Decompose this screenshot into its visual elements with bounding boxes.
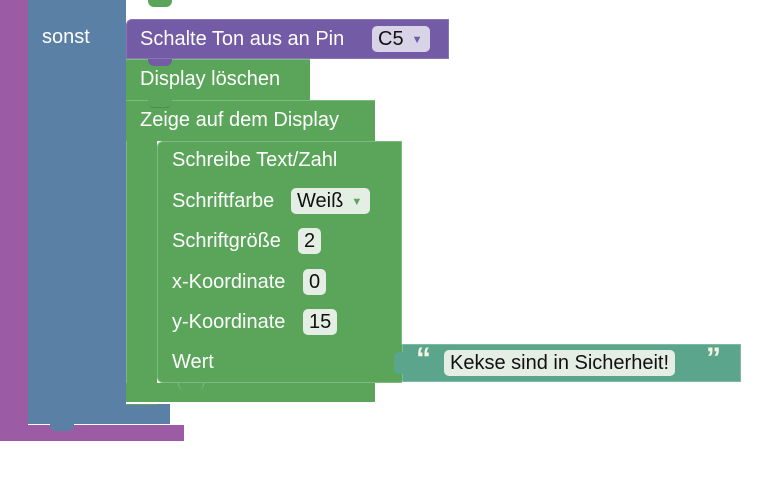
connector-notch (50, 424, 74, 431)
x-coordinate-input[interactable]: 0 (303, 269, 327, 295)
font-color-label: Schriftfarbe (172, 190, 275, 212)
else-label: sonst (42, 26, 90, 48)
outer-block[interactable] (0, 0, 28, 441)
show-display-block-bottom[interactable] (126, 383, 375, 404)
if-else-block-bottom[interactable] (28, 404, 170, 424)
font-color-value: Weiß (297, 190, 344, 212)
write-text-title: Schreibe Text/Zahl (172, 149, 338, 171)
connector-notch (178, 383, 204, 390)
input-tab (394, 352, 404, 374)
font-size-input[interactable]: 2 (298, 228, 322, 254)
connector-notch (148, 59, 172, 66)
connector-notch (148, 100, 172, 108)
show-display-label: Zeige auf dem Display (140, 109, 339, 131)
text-value-input[interactable]: Kekse sind in Sicherheit! (444, 350, 676, 376)
connector-notch (148, 0, 172, 7)
value-label: Wert (172, 351, 214, 373)
open-quote: “ (416, 342, 431, 375)
font-size-label: Schriftgröße (172, 230, 281, 252)
tone-off-label: Schalte Ton aus an Pin (140, 28, 345, 50)
x-coordinate-label: x-Koordinate (172, 271, 286, 293)
close-quote: ” (706, 342, 721, 375)
y-coordinate-input[interactable]: 15 (303, 309, 338, 335)
chevron-down-icon: ▼ (351, 196, 363, 208)
clear-display-label: Display löschen (140, 68, 281, 90)
pin-dropdown[interactable]: C5 ▼ (372, 26, 431, 52)
write-text-block[interactable] (157, 141, 402, 383)
chevron-down-icon: ▼ (411, 34, 423, 46)
outer-block-bottom[interactable] (0, 425, 184, 441)
y-coordinate-label: y-Koordinate (172, 311, 286, 333)
pin-value: C5 (378, 28, 404, 50)
if-else-block[interactable] (28, 0, 126, 424)
font-color-dropdown[interactable]: Weiß ▼ (291, 188, 371, 214)
show-display-block-arm[interactable] (126, 141, 157, 405)
